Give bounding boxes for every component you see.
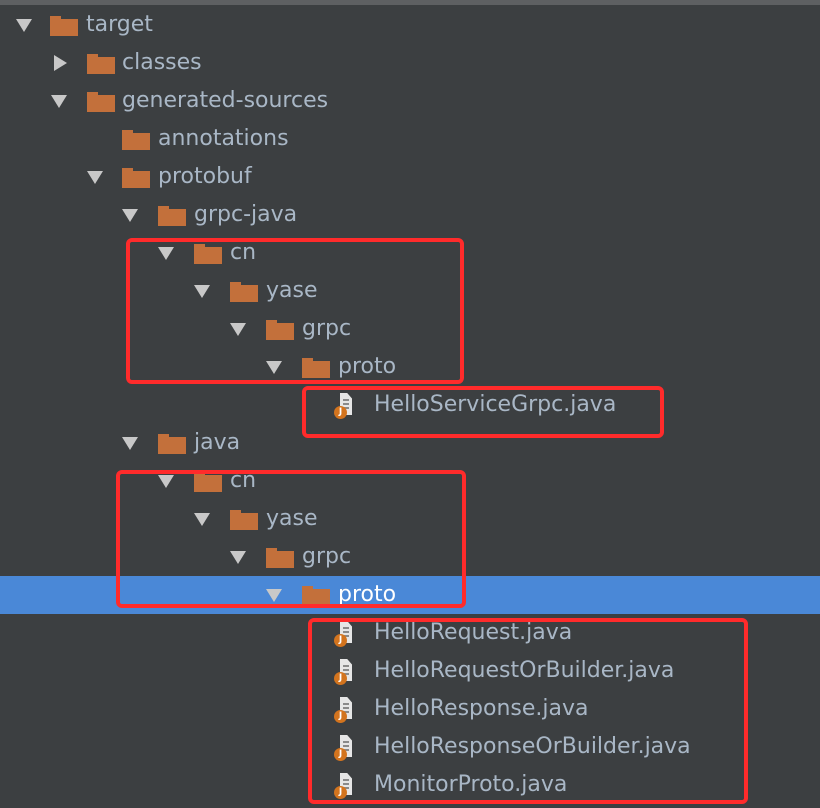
java-file-icon: J (334, 393, 354, 419)
tree-node-cn[interactable]: cn (0, 234, 820, 272)
java-file-icon: J (334, 659, 354, 685)
folder-icon (230, 510, 258, 530)
node-label: grpc (302, 316, 352, 341)
java-file-icon: J (334, 621, 354, 647)
node-label: classes (122, 50, 202, 75)
tree-node-protobuf[interactable]: protobuf (0, 158, 820, 196)
node-label: proto (338, 582, 397, 607)
expand-arrow-icon[interactable] (230, 323, 246, 336)
node-label: cn (230, 240, 257, 265)
tree-node-proto-selected[interactable]: proto (0, 576, 820, 614)
expand-arrow-icon[interactable] (122, 209, 138, 222)
folder-icon (87, 54, 115, 74)
node-label: generated-sources (122, 88, 329, 113)
node-label: target (86, 12, 153, 37)
tree-node-cn[interactable]: cn (0, 462, 820, 500)
node-label: yase (266, 278, 318, 303)
file-label: HelloRequestOrBuilder.java (374, 658, 675, 683)
expand-arrow-icon[interactable] (122, 437, 138, 450)
tree-node-generated-sources[interactable]: generated-sources (0, 82, 820, 120)
expand-arrow-icon[interactable] (266, 361, 282, 374)
tree-node-grpc-java[interactable]: grpc-java (0, 196, 820, 234)
node-label: cn (230, 468, 257, 493)
folder-icon (302, 586, 330, 606)
folder-icon (158, 434, 186, 454)
java-file-icon: J (334, 735, 354, 761)
tree-node-target[interactable]: target (0, 6, 820, 44)
folder-icon (122, 168, 150, 188)
node-label: java (194, 430, 241, 455)
tree-file-hello-request[interactable]: J HelloRequest.java (0, 614, 820, 652)
top-divider (0, 0, 820, 5)
tree-node-proto[interactable]: proto (0, 348, 820, 386)
project-tree: target classes generated-sources annotat… (0, 6, 820, 804)
node-label: proto (338, 354, 397, 379)
expand-arrow-icon[interactable] (194, 285, 210, 298)
folder-icon (50, 16, 78, 36)
collapse-arrow-icon[interactable] (54, 55, 67, 71)
expand-arrow-icon[interactable] (51, 95, 67, 108)
tree-node-grpc[interactable]: grpc (0, 310, 820, 348)
expand-arrow-icon[interactable] (87, 171, 103, 184)
tree-node-yase[interactable]: yase (0, 272, 820, 310)
folder-icon (158, 206, 186, 226)
node-label: grpc (302, 544, 352, 569)
tree-node-java[interactable]: java (0, 424, 820, 462)
expand-arrow-icon[interactable] (266, 589, 282, 602)
folder-icon (87, 92, 115, 112)
node-label: yase (266, 506, 318, 531)
expand-arrow-icon[interactable] (194, 513, 210, 526)
file-label: HelloResponseOrBuilder.java (374, 734, 691, 759)
java-file-icon: J (334, 773, 354, 799)
tree-file-hello-request-or-builder[interactable]: J HelloRequestOrBuilder.java (0, 652, 820, 690)
tree-node-yase[interactable]: yase (0, 500, 820, 538)
expand-arrow-icon[interactable] (230, 551, 246, 564)
folder-icon (266, 548, 294, 568)
node-label: grpc-java (194, 202, 298, 227)
folder-icon (302, 358, 330, 378)
expand-arrow-icon[interactable] (16, 19, 32, 32)
folder-icon (194, 472, 222, 492)
node-label: protobuf (158, 164, 252, 189)
folder-icon (266, 320, 294, 340)
file-label: HelloResponse.java (374, 696, 589, 721)
expand-arrow-icon[interactable] (158, 247, 174, 260)
tree-file-hello-response-or-builder[interactable]: J HelloResponseOrBuilder.java (0, 728, 820, 766)
file-label: MonitorProto.java (374, 772, 568, 797)
java-file-icon: J (334, 697, 354, 723)
expand-arrow-icon[interactable] (158, 475, 174, 488)
tree-file-monitor-proto[interactable]: J MonitorProto.java (0, 766, 820, 804)
tree-file-hello-response[interactable]: J HelloResponse.java (0, 690, 820, 728)
folder-icon (230, 282, 258, 302)
tree-node-grpc[interactable]: grpc (0, 538, 820, 576)
folder-icon (122, 130, 150, 150)
tree-node-classes[interactable]: classes (0, 44, 820, 82)
file-label: HelloServiceGrpc.java (374, 392, 617, 417)
tree-node-annotations[interactable]: annotations (0, 120, 820, 158)
tree-file-hello-service-grpc[interactable]: J HelloServiceGrpc.java (0, 386, 820, 424)
folder-icon (194, 244, 222, 264)
node-label: annotations (158, 126, 289, 151)
file-label: HelloRequest.java (374, 620, 573, 645)
